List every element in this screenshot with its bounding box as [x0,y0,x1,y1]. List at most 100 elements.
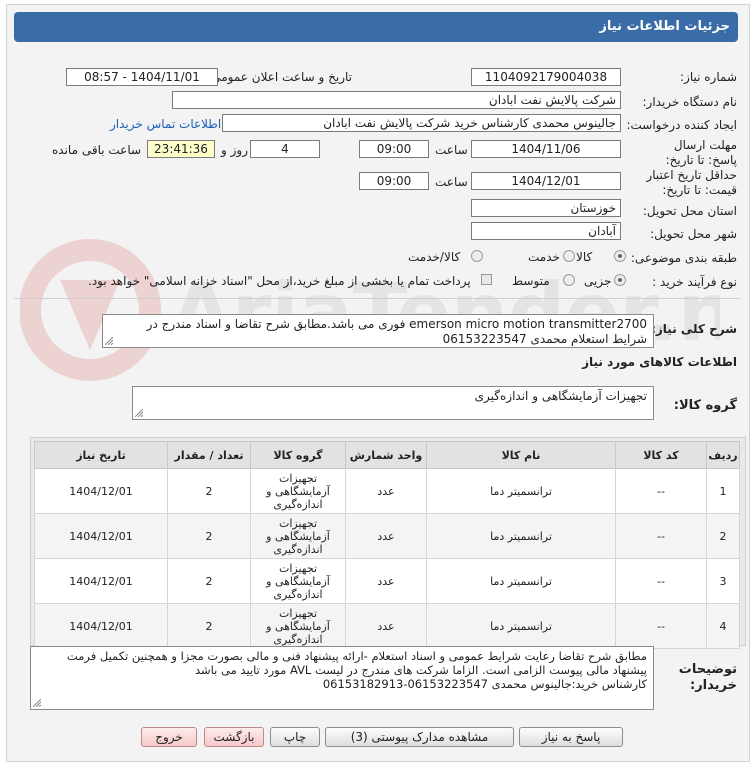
cell-row-number: 2 [706,513,740,559]
reply-deadline-label: مهلت ارسال پاسخ: تا تاریخ: [665,138,737,167]
cell-unit: عدد [345,558,427,604]
process-option-minor: جزیی [584,274,612,288]
category-option-service: خدمت [528,250,560,264]
col-header-need-date: تاریخ نیاز [34,441,168,469]
buyer-notes-line-3: کارشناس خرید:جالینوس محمدی 06153223547-0… [322,677,647,691]
cell-goods-group: تجهیزات آزمایشگاهی و اندازه‌گیری [250,603,346,649]
buyer-org-field: شرکت پالایش نفت ابادان [172,91,621,109]
cell-item-code: -- [615,513,707,559]
goods-group-label: گروه کالا: [673,398,737,413]
buyer-notes-textarea: مطابق شرح تقاضا رعایت شرایط عمومی و اسنا… [30,646,654,710]
cell-row-number: 4 [706,603,740,649]
treasury-payment-checkbox[interactable] [481,274,492,285]
table-row: 4 -- ترانسمیتر دما عدد تجهیزات آزمایشگاه… [34,603,740,649]
goods-info-heading: اطلاعات کالاهای مورد نیاز [582,355,737,369]
col-header-row-number: ردیف [706,441,740,469]
city-label: شهر محل تحویل: [650,227,737,241]
announce-datetime-field: 1404/11/01 - 08:57 [66,68,218,86]
cell-unit: عدد [345,603,427,649]
requester-label: ایجاد کننده درخواست: [626,118,737,132]
category-label: طبقه بندی موضوعی: [630,251,737,265]
page-title: جزئیات اطلاعات نیاز [14,12,738,42]
cell-quantity: 2 [167,558,251,604]
resize-grip-icon[interactable] [135,409,143,417]
province-label: استان محل تحویل: [642,204,737,218]
process-type-label: نوع فرآیند خرید : [652,275,737,289]
buyer-notes-line-2: پیشنهاد مالی پیوست الزامی است. الزاما شر… [195,663,647,677]
cell-need-date: 1404/12/01 [34,558,168,604]
cell-need-date: 1404/12/01 [34,513,168,559]
goods-group-text: تجهیزات آزمایشگاهی و اندازه‌گیری [474,389,647,403]
exit-button[interactable]: خروج [141,727,197,747]
province-field: خوزستان [471,199,621,217]
summary-text: emerson micro motion transmitter2700 فور… [146,317,647,346]
cell-quantity: 2 [167,468,251,514]
view-attachments-button[interactable]: مشاهده مدارک پیوستی (3) [325,727,514,747]
summary-label: شرح کلی نیاز: [651,322,737,336]
col-header-goods-group: گروه کالا [250,441,346,469]
cell-item-code: -- [615,603,707,649]
days-and-label: روز و [221,143,248,157]
process-radio-minor[interactable] [614,274,626,286]
reply-time-field: 09:00 [359,140,429,158]
announce-datetime-label: تاریخ و ساعت اعلان عمومی: [207,70,352,84]
buyer-org-label: نام دستگاه خریدار: [642,95,738,109]
buyer-notes-line-1: مطابق شرح تقاضا رعایت شرایط عمومی و اسنا… [66,649,647,663]
cell-goods-group: تجهیزات آزمایشگاهی و اندازه‌گیری [250,558,346,604]
cell-row-number: 1 [706,468,740,514]
table-header-row: ردیف کد کالا نام کالا واحد شمارش گروه کا… [34,441,740,469]
cell-need-date: 1404/12/01 [34,468,168,514]
cell-goods-group: تجهیزات آزمایشگاهی و اندازه‌گیری [250,513,346,559]
days-remaining-field: 4 [250,140,320,158]
price-validity-label: حداقل تاریخ اعتبار قیمت: تا تاریخ: [646,168,737,197]
requester-field: جالینوس محمدی کارشناس خرید شرکت پالایش ن… [222,114,621,132]
category-radio-goods-service[interactable] [471,250,483,262]
buyer-contact-link[interactable]: اطلاعات تماس خریدار [110,117,221,131]
col-header-item-code: کد کالا [615,441,707,469]
cell-goods-group: تجهیزات آزمایشگاهی و اندازه‌گیری [250,468,346,514]
reply-time-label: ساعت [435,143,468,157]
city-field: آبادان [471,222,621,240]
category-radio-goods[interactable] [614,250,626,262]
category-option-goods: کالا [576,250,593,264]
hours-left-label: ساعت باقی مانده [52,143,142,157]
category-option-goods-service: کالا/خدمت [408,250,461,264]
goods-group-textarea: تجهیزات آزمایشگاهی و اندازه‌گیری [132,386,654,420]
cell-unit: عدد [345,468,427,514]
validity-time-label: ساعت [435,175,468,189]
table-row: 1 -- ترانسمیتر دما عدد تجهیزات آزمایشگاه… [34,468,740,514]
cell-unit: عدد [345,513,427,559]
cell-need-date: 1404/12/01 [34,603,168,649]
cell-quantity: 2 [167,513,251,559]
cell-item-name: ترانسمیتر دما [426,468,616,514]
resize-grip-icon[interactable] [105,337,113,345]
reply-to-need-button[interactable]: پاسخ به نیاز [519,727,623,747]
cell-item-name: ترانسمیتر دما [426,513,616,559]
table-row: 2 -- ترانسمیتر دما عدد تجهیزات آزمایشگاه… [34,513,740,559]
cell-row-number: 3 [706,558,740,604]
col-header-quantity: تعداد / مقدار [167,441,251,469]
col-header-item-name: نام کالا [426,441,616,469]
category-radio-service[interactable] [563,250,575,262]
table-row: 3 -- ترانسمیتر دما عدد تجهیزات آزمایشگاه… [34,558,740,604]
cell-quantity: 2 [167,603,251,649]
validity-date-field: 1404/12/01 [471,172,621,190]
back-button[interactable]: بازگشت [204,727,264,747]
cell-item-name: ترانسمیتر دما [426,603,616,649]
cell-item-code: -- [615,558,707,604]
treasury-payment-note: پرداخت تمام یا بخشی از مبلغ خرید،از محل … [88,274,471,288]
process-radio-medium[interactable] [563,274,575,286]
validity-time-field: 09:00 [359,172,429,190]
resize-grip-icon[interactable] [33,699,41,707]
col-header-unit: واحد شمارش [345,441,427,469]
print-button[interactable]: چاپ [270,727,320,747]
cell-item-code: -- [615,468,707,514]
need-number-field: 1104092179004038 [471,68,621,86]
remaining-time-field: 23:41:36 [147,140,215,158]
items-table: ردیف کد کالا نام کالا واحد شمارش گروه کا… [34,441,740,649]
summary-textarea: emerson micro motion transmitter2700 فور… [102,314,654,348]
cell-item-name: ترانسمیتر دما [426,558,616,604]
section-divider [14,298,740,299]
buyer-notes-label: توضیحات خریدار: [678,662,737,693]
reply-date-field: 1404/11/06 [471,140,621,158]
